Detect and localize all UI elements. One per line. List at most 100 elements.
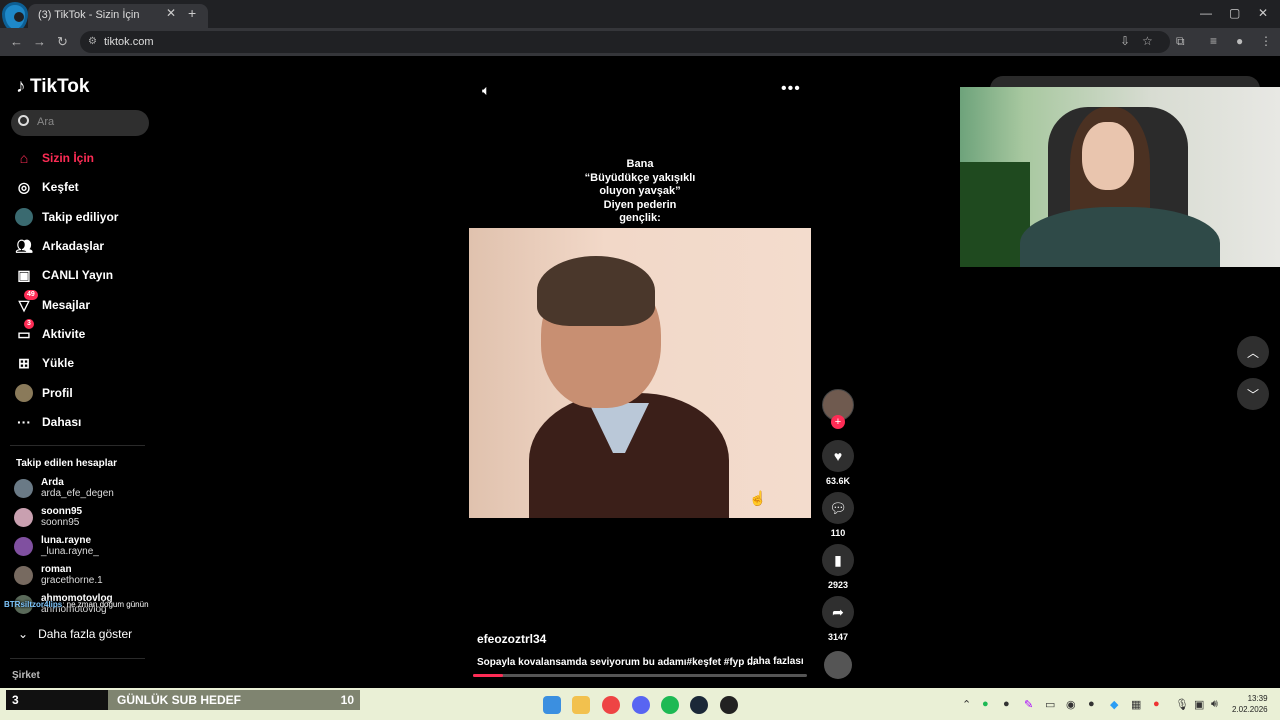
menu-icon[interactable]: ⋮ [1260,34,1272,48]
nav-live[interactable]: ▣ CANLI Yayın [14,264,113,286]
volume-icon[interactable]: 🔈︎ [482,82,490,99]
follow-plus-icon[interactable]: + [831,415,845,429]
divider [10,445,145,446]
logo-text: TikTok [30,76,90,97]
new-tab-icon[interactable]: + [188,5,196,21]
obs-icon[interactable] [720,696,738,714]
tray-app-icon[interactable]: ● [1088,698,1095,710]
followed-account[interactable]: soonn95 soonn95 [14,504,82,530]
close-window-icon[interactable]: ✕ [1258,6,1268,20]
steam-icon[interactable] [690,696,708,714]
tray-spotify-icon[interactable]: ● [982,698,989,710]
url-field[interactable]: ⚙ tiktok.com [80,31,1170,53]
nav-for-you[interactable]: ⌂ Sizin İçin [14,147,94,169]
followed-account[interactable]: Arda arda_efe_degen [14,475,114,501]
tray-steam-icon[interactable]: ● [1003,698,1010,710]
discord-icon[interactable] [632,696,650,714]
caption-line: gençlik: [619,212,661,224]
media-control-icon[interactable]: ≡ [1210,34,1217,48]
install-app-icon[interactable]: ⇩ [1120,34,1130,48]
friends-icon: 👥︎ [15,237,33,254]
followed-accounts-header: Takip edilen hesaplar [16,458,117,469]
company-link[interactable]: Şirket [12,670,40,681]
file-explorer-icon[interactable] [572,696,590,714]
followed-account[interactable]: luna.rayne _luna.rayne_ [14,533,99,559]
more-description-link[interactable]: daha fazlası [747,656,804,667]
bookmark-star-icon[interactable]: ☆ [1142,34,1153,48]
previous-video-button[interactable]: ︿ [1237,336,1269,368]
sub-goal-bar: GÜNLÜK SUB HEDEF 10 [108,690,360,710]
browser-tab[interactable]: (3) TikTok - Sizin İçin [28,4,208,28]
network-icon[interactable]: ▣ [1194,698,1204,711]
nav-upload[interactable]: ⊞ Yükle [14,352,74,374]
taskbar-clock[interactable]: 13:39 2.02.2026 [1232,693,1268,715]
hand-cursor-icon: ☝ [749,490,767,506]
goal-current-value: 3 [12,693,19,707]
microphone-icon[interactable]: 🎙︎ [1175,698,1189,711]
video-player[interactable] [469,228,811,518]
compass-icon: ◎ [17,178,31,195]
share-count: 3147 [827,632,849,642]
sidebar: ♪ TikTok Ara ⌂ Sizin İçin ◎ Keşfet Takip ed… [0,58,160,688]
tray-app-icon[interactable]: ◆ [1110,698,1118,711]
video-progress-bar[interactable] [473,674,807,677]
profile-avatar-icon [14,384,34,402]
tray-pen-icon[interactable]: ✎ [1024,698,1033,711]
show-more-label: Daha fazla göster [38,627,133,641]
minimize-icon[interactable]: — [1200,6,1212,20]
messages-icon: ▽ 49 [14,290,38,314]
maximize-icon[interactable]: ▢ [1229,6,1240,20]
share-button[interactable]: ➦ [822,596,854,628]
clock-date: 2.02.2026 [1232,705,1268,714]
speaker-icon[interactable]: 🔊︎ [1211,698,1218,711]
save-count: 2923 [827,580,849,590]
like-button[interactable]: ♥ [822,440,854,472]
goal-label: GÜNLÜK SUB HEDEF [117,693,242,707]
upload-icon: ⊞ [18,354,30,371]
nav-following[interactable]: Takip ediliyor [14,206,118,228]
site-info-icon[interactable]: ⚙ [88,36,97,47]
tray-app-icon[interactable]: ▦ [1131,698,1141,711]
caption-line: Bana [626,158,654,170]
search-input[interactable]: Ara [11,110,149,136]
reload-icon[interactable]: ↻ [57,34,68,50]
url-text: tiktok.com [104,36,154,48]
nav-label: Dahası [42,415,82,429]
start-icon[interactable] [543,696,561,714]
profile-icon[interactable]: ● [1236,34,1243,48]
tab-close-icon[interactable]: ✕ [166,6,176,20]
tray-app-icon[interactable]: ● [1153,698,1160,710]
more-dots-icon: ··· [17,414,31,430]
tiktok-logo[interactable]: ♪ TikTok [16,76,89,98]
tray-app-icon[interactable]: ▭ [1045,698,1055,711]
more-options-icon[interactable]: ••• [781,80,801,98]
like-count: 63.6K [825,476,851,486]
show-more-button[interactable]: ⌄ Daha fazla göster [18,627,132,641]
extensions-icon[interactable]: ⧉ [1176,34,1185,49]
nav-profile[interactable]: Profil [14,382,73,404]
save-button[interactable]: ▮ [822,544,854,576]
nav-activity[interactable]: ▭ 3 Aktivite [14,319,85,345]
nav-messages[interactable]: ▽ 49 Mesajlar [14,290,90,316]
next-video-button[interactable]: ﹀ [1237,378,1269,410]
spotify-icon[interactable] [661,696,679,714]
progress-fill [473,674,504,677]
followed-account[interactable]: roman gracethorne.1 [14,562,103,588]
forward-icon[interactable]: → [33,34,46,49]
music-disc-icon[interactable] [824,651,852,679]
video-author[interactable]: efeozoztrl34 [477,632,546,646]
tray-overflow-icon[interactable]: ⌃ [962,698,971,711]
stream-chat-overlay: BTRsiltzor4lips: ne zman doğum günün [4,600,149,609]
clock-time: 13:39 [1247,694,1268,703]
tray-app-icon[interactable]: ◉ [1066,698,1076,711]
back-icon[interactable]: ← [10,34,23,49]
goal-target-value: 10 [340,693,354,707]
comment-count: 110 [830,528,846,538]
comment-button[interactable]: 💬︎ [822,492,854,524]
nav-more[interactable]: ··· Dahası [14,411,81,433]
caption-line: oluyon yavşak” [599,185,681,197]
nav-friends[interactable]: 👥︎ Arkadaşlar [14,235,104,257]
chrome-icon[interactable] [602,696,620,714]
nav-explore[interactable]: ◎ Keşfet [14,176,79,198]
tab-title: (3) TikTok - Sizin İçin [38,9,140,21]
